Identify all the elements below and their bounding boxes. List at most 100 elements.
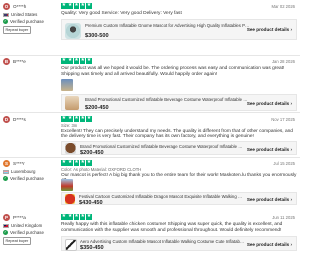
reviewer-country: United Kingdom — [3, 223, 42, 229]
star-icon: ★ — [61, 160, 67, 166]
product-image — [65, 96, 79, 110]
product-title[interactable]: Brand Promotional Customized Inflatable … — [85, 97, 250, 102]
review-text: Really happy with this inflatable chicke… — [61, 222, 283, 233]
star-icon: ★ — [73, 214, 80, 220]
star-icon: ★ — [73, 116, 80, 122]
star-icon: ★ — [73, 3, 80, 9]
product-title[interactable]: Festival Cartoon Customized Inflatable D… — [79, 194, 244, 199]
star-rating: ★ ★ ★ ★ ★ — [61, 116, 92, 122]
review-text: Excellent! They can precisely understand… — [61, 128, 293, 140]
product-title[interactable]: Premium Custom Inflatable Gnome Mascot f… — [85, 23, 250, 28]
product-thumbnail[interactable] — [65, 194, 75, 204]
review-photo[interactable] — [61, 179, 73, 191]
verified-purchase: ✓ Verified purchase — [3, 19, 44, 25]
product-price: $200-450 — [80, 149, 104, 156]
product-card[interactable]: Aero Advertising Custom Inflatable Masco… — [61, 236, 297, 251]
star-icon: ★ — [67, 116, 73, 122]
star-icon: ★ — [86, 116, 92, 122]
product-thumbnail[interactable] — [65, 238, 77, 251]
product-image — [65, 194, 75, 204]
star-rating: ★ ★ ★ ★ ★ — [61, 58, 92, 64]
product-variant: Color: As photo Material: OXFORD CLOTH — [61, 167, 142, 172]
avatar: S — [3, 160, 10, 167]
star-icon: ★ — [79, 116, 86, 122]
avatar: O — [3, 3, 10, 10]
product-thumbnail[interactable] — [65, 96, 79, 110]
star-icon: ★ — [79, 58, 86, 64]
star-icon: ★ — [67, 58, 73, 64]
check-icon: ✓ — [3, 230, 8, 236]
product-price: $200-450 — [85, 104, 109, 111]
reviewer-name: O****h — [13, 3, 27, 9]
product-thumbnail[interactable] — [65, 22, 81, 39]
star-icon: ★ — [86, 58, 92, 64]
review-media — [61, 79, 75, 91]
star-icon: ★ — [73, 58, 80, 64]
see-product-details-link[interactable]: See product details › — [247, 242, 292, 248]
verified-label: Verified purchase — [10, 230, 44, 235]
product-title[interactable]: Brand Promotional Customized Inflatable … — [80, 144, 245, 149]
luxembourg-flag-icon — [3, 169, 9, 174]
review-card: D D****s ★ ★ ★ ★ ★ Nov 17 2025 Size: 3m Exce… — [0, 116, 300, 156]
star-icon: ★ — [86, 3, 92, 9]
see-product-details-link[interactable]: See product details › — [247, 197, 292, 203]
reviewer-country: United States — [3, 12, 37, 18]
reviewer-name: D****s — [13, 116, 26, 122]
star-icon: ★ — [61, 214, 67, 220]
reviewer-name: B****e — [13, 58, 26, 64]
review-photo[interactable] — [61, 79, 73, 91]
review-text: Quality: Very good Service: Very good De… — [61, 11, 182, 16]
star-icon: ★ — [61, 116, 67, 122]
review-date: Jun 11 2025 — [272, 214, 295, 220]
product-card[interactable]: Festival Cartoon Customized Inflatable D… — [61, 192, 297, 206]
review-card: P P****a United Kingdom ✓ Verified purch… — [0, 214, 300, 262]
star-icon: ★ — [86, 214, 92, 220]
product-thumbnail[interactable] — [65, 143, 76, 154]
review-media — [61, 179, 75, 191]
star-icon: ★ — [61, 58, 67, 64]
product-card[interactable]: Premium Custom Inflatable Gnome Mascot f… — [61, 19, 297, 40]
product-variant: Size: 3m — [61, 123, 78, 128]
product-card[interactable]: Brand Promotional Customized Inflatable … — [61, 141, 297, 156]
avatar: D — [3, 116, 10, 123]
repeat-buyer-badge: Repeat buyer — [3, 237, 31, 246]
avatar: B — [3, 58, 10, 65]
product-image — [65, 143, 76, 154]
star-icon: ★ — [79, 3, 86, 9]
country-name: United Kingdom — [11, 223, 43, 228]
check-icon: ✓ — [3, 19, 8, 25]
country-name: Luxembourg — [11, 169, 36, 174]
star-icon: ★ — [61, 3, 67, 9]
see-product-details-link[interactable]: See product details › — [247, 27, 292, 33]
star-rating: ★ ★ ★ ★ ★ — [61, 3, 92, 9]
star-icon: ★ — [67, 160, 73, 166]
star-rating: ★ ★ ★ ★ ★ — [61, 160, 92, 166]
repeat-buyer-badge: Repeat buyer — [3, 26, 31, 35]
review-date: Mar 02 2026 — [271, 3, 295, 9]
product-price: $300-500 — [85, 32, 109, 39]
avatar: P — [3, 214, 10, 221]
star-icon: ★ — [73, 160, 80, 166]
star-icon: ★ — [86, 160, 92, 166]
reviewer-country: Luxembourg — [3, 169, 35, 175]
star-icon: ★ — [67, 214, 73, 220]
star-icon: ★ — [79, 160, 86, 166]
product-card[interactable]: Brand Promotional Customized Inflatable … — [61, 94, 297, 111]
uk-flag-icon — [3, 223, 9, 228]
review-date: Jan 28 2026 — [271, 58, 295, 64]
see-product-details-link[interactable]: See product details › — [247, 101, 292, 107]
country-name: United States — [11, 12, 38, 17]
review-date: Nov 17 2025 — [271, 116, 295, 122]
product-price: $430-450 — [79, 199, 103, 206]
star-rating: ★ ★ ★ ★ ★ — [61, 214, 92, 220]
verified-purchase: ✓ Verified purchase — [3, 230, 44, 236]
see-product-details-link[interactable]: See product details › — [247, 147, 292, 153]
review-date: Jul 15 2025 — [273, 160, 295, 166]
star-icon: ★ — [67, 3, 73, 9]
verified-purchase: ✓ Verified purchase — [3, 176, 44, 182]
review-text: Our mascot is perfect! A big big thank y… — [61, 172, 297, 184]
check-icon: ✓ — [3, 176, 8, 182]
reviewer-name: S****r — [13, 160, 25, 166]
product-image — [65, 22, 81, 39]
product-title[interactable]: Aero Advertising Custom Inflatable Masco… — [80, 239, 245, 244]
